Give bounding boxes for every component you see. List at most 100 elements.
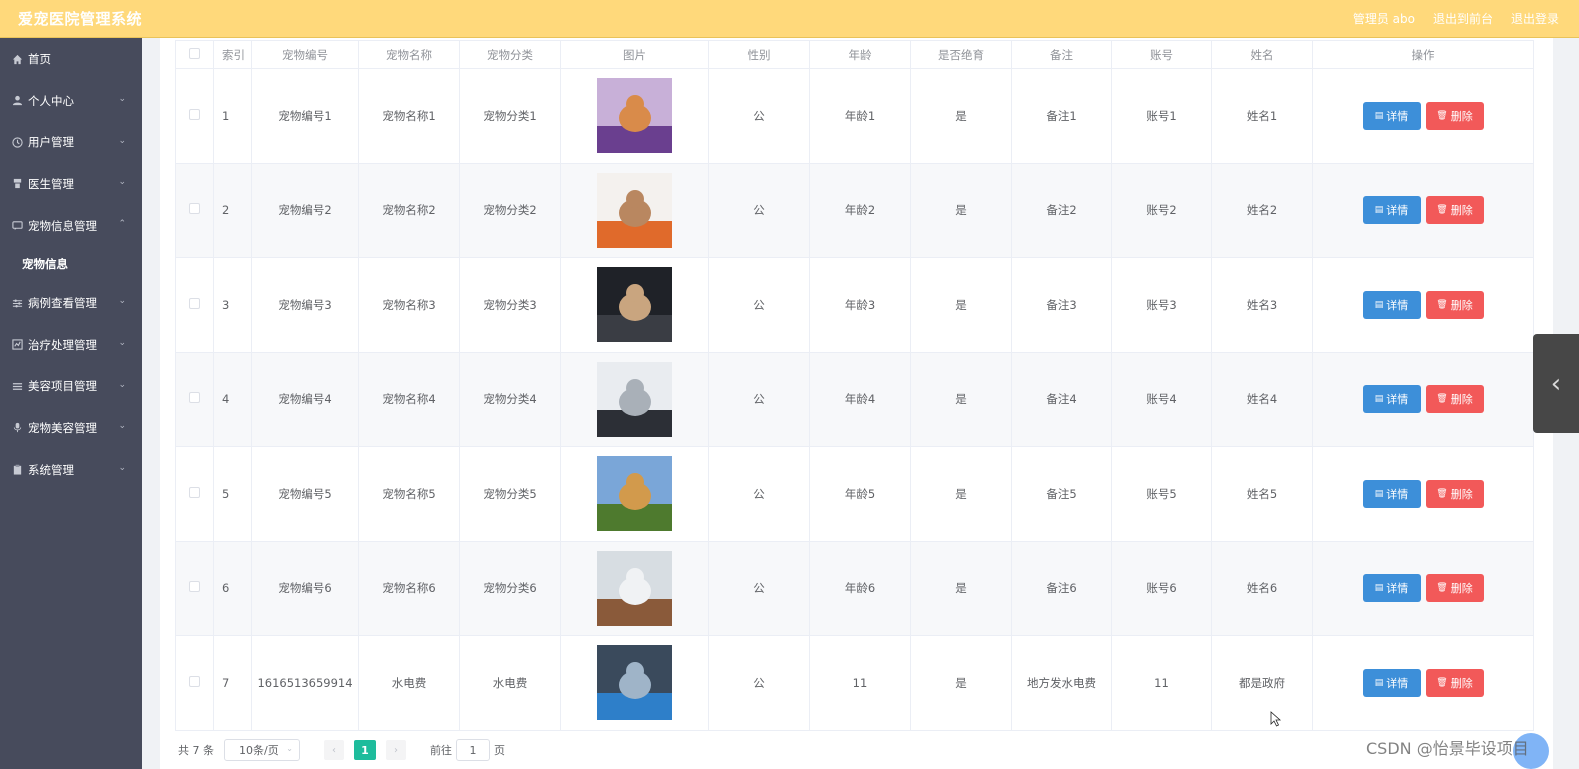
chevron-down-icon: ⌄ xyxy=(118,462,126,473)
row-select-cell[interactable] xyxy=(175,257,214,353)
sidebar-item-pet-info-management[interactable]: 宠物信息管理 ⌃ xyxy=(0,205,142,247)
cell-image xyxy=(560,68,709,164)
chevron-down-icon: ⌄ xyxy=(118,296,126,307)
sidebar-item-personal-center[interactable]: 个人中心 ⌄ xyxy=(0,80,142,122)
pet-photo xyxy=(597,456,672,532)
row-index: 6 xyxy=(213,540,252,636)
user-icon xyxy=(10,94,24,108)
cell-pet-name: 宠物名称2 xyxy=(358,162,460,258)
mouse-cursor-icon xyxy=(1270,711,1282,727)
sidebar-item-beauty-project-management[interactable]: 美容项目管理 ⌄ xyxy=(0,366,142,408)
table-row[interactable]: 5 宠物编号5 宠物名称5 宠物分类5 公年龄5 是备注5 账号5 姓名5 ▤ 详情 🗑 删除 xyxy=(175,446,1534,542)
select-all-cell[interactable] xyxy=(175,40,214,69)
row-checkbox[interactable] xyxy=(189,108,200,120)
row-checkbox[interactable] xyxy=(189,203,200,215)
page-size-select[interactable]: 10条/页 ⌄ xyxy=(224,739,300,761)
row-select-cell[interactable] xyxy=(175,68,214,164)
document-icon: ▤ xyxy=(1374,394,1384,405)
delete-button[interactable]: 🗑 删除 xyxy=(1425,479,1484,508)
sidebar-item-system-management[interactable]: 系统管理 ⌄ xyxy=(0,449,142,491)
sidebar-item-home[interactable]: 首页 xyxy=(0,38,142,80)
detail-button[interactable]: ▤ 详情 xyxy=(1362,101,1421,130)
sidebar-item-label: 美容项目管理 xyxy=(28,379,97,394)
row-select-cell[interactable] xyxy=(175,635,214,731)
delete-button[interactable]: 🗑 删除 xyxy=(1425,385,1484,414)
row-select-cell[interactable] xyxy=(175,351,214,447)
column-header: 年龄 xyxy=(809,40,911,69)
sidebar-item-doctor-management[interactable]: 医生管理 ⌄ xyxy=(0,163,142,205)
sidebar-item-label: 病例查看管理 xyxy=(28,296,97,311)
cell-pet-name: 宠物名称6 xyxy=(358,540,460,636)
table-row[interactable]: 3 宠物编号3 宠物名称3 宠物分类3 公年龄3 是备注3 账号3 姓名3 ▤ 详情 🗑 删除 xyxy=(175,257,1534,353)
row-index: 4 xyxy=(213,351,252,447)
sidebar-item-pet-info[interactable]: 宠物信息 xyxy=(0,246,142,282)
next-page-button[interactable]: › xyxy=(386,740,406,760)
detail-button[interactable]: ▤ 详情 xyxy=(1362,479,1421,508)
trash-icon: 🗑 xyxy=(1436,583,1448,594)
table-row[interactable]: 6 宠物编号6 宠物名称6 宠物分类6 公年龄6 是备注6 账号6 姓名6 ▤ 详情 🗑 删除 xyxy=(175,540,1534,636)
row-checkbox[interactable] xyxy=(189,392,200,404)
header-links: 管理员 abo 退出到前台 退出登录 xyxy=(1353,10,1559,27)
column-header: 账号 xyxy=(1111,40,1212,69)
cell-image xyxy=(560,162,709,258)
sidebar-item-case-view-management[interactable]: 病例查看管理 ⌄ xyxy=(0,282,142,324)
detail-button[interactable]: ▤ 详情 xyxy=(1362,668,1421,697)
goto-page-input[interactable]: 1 xyxy=(456,739,490,761)
cell-name: 姓名6 xyxy=(1211,540,1313,636)
cell-neutered: 是 xyxy=(910,635,1012,731)
column-header: 性别 xyxy=(708,40,810,69)
chart-icon xyxy=(10,338,24,352)
cell-pet-name: 宠物名称5 xyxy=(358,446,460,542)
cell-name: 姓名4 xyxy=(1211,351,1313,447)
prev-page-button[interactable]: ‹ xyxy=(324,740,344,760)
column-header: 宠物编号 xyxy=(251,40,359,69)
row-checkbox[interactable] xyxy=(189,581,200,593)
table-row[interactable]: 2 宠物编号2 宠物名称2 宠物分类2 公年龄2 是备注2 账号2 姓名2 ▤ 详情 🗑 删除 xyxy=(175,162,1534,258)
detail-button[interactable]: ▤ 详情 xyxy=(1362,385,1421,414)
row-select-cell[interactable] xyxy=(175,540,214,636)
detail-button[interactable]: ▤ 详情 xyxy=(1362,196,1421,225)
cell-name: 姓名1 xyxy=(1211,68,1313,164)
cell-remark: 备注3 xyxy=(1011,257,1112,353)
cell-neutered: 是 xyxy=(910,540,1012,636)
row-select-cell[interactable] xyxy=(175,162,214,258)
detail-button[interactable]: ▤ 详情 xyxy=(1362,290,1421,319)
clipboard-icon xyxy=(10,463,24,477)
cell-neutered: 是 xyxy=(910,162,1012,258)
delete-button[interactable]: 🗑 删除 xyxy=(1425,574,1484,603)
cell-gender: 公 xyxy=(708,257,810,353)
document-icon: ▤ xyxy=(1374,583,1384,594)
row-select-cell[interactable] xyxy=(175,446,214,542)
sidebar-item-user-management[interactable]: 用户管理 ⌄ xyxy=(0,122,142,164)
logout-link[interactable]: 退出登录 xyxy=(1511,10,1559,27)
delete-button-label: 删除 xyxy=(1450,298,1473,312)
sidebar-item-pet-beauty-management[interactable]: 宠物美容管理 ⌄ xyxy=(0,407,142,449)
delete-button-label: 删除 xyxy=(1450,582,1473,596)
row-checkbox[interactable] xyxy=(189,486,200,498)
back-to-front-link[interactable]: 退出到前台 xyxy=(1433,10,1493,27)
table-row[interactable]: 7 1616513659914 水电费 水电费公 11 是地方发水电费 11 都是政府 ▤ 详情 🗑… xyxy=(175,635,1534,731)
home-icon xyxy=(10,52,24,66)
detail-button[interactable]: ▤ 详情 xyxy=(1362,574,1421,603)
row-checkbox[interactable] xyxy=(189,675,200,687)
admin-label: 管理员 abo xyxy=(1352,12,1415,26)
delete-button[interactable]: 🗑 删除 xyxy=(1425,668,1484,697)
row-checkbox[interactable] xyxy=(189,297,200,309)
delete-button[interactable]: 🗑 删除 xyxy=(1425,290,1484,319)
trash-icon: 🗑 xyxy=(1436,205,1448,216)
cell-remark: 备注5 xyxy=(1011,446,1112,542)
chevron-down-icon: ⌄ xyxy=(118,94,126,104)
sidebar-item-treatment-management[interactable]: 治疗处理管理 ⌄ xyxy=(0,324,142,366)
table-row[interactable]: 1 宠物编号1 宠物名称1 宠物分类1 公年龄1 是备注1 账号1 姓名1 ▤ 详情 🗑 删除 xyxy=(175,68,1534,164)
cell-account: 账号1 xyxy=(1111,68,1212,164)
trash-icon: 🗑 xyxy=(1436,394,1448,405)
drawer-toggle-button[interactable]: ‹ xyxy=(1533,334,1579,433)
medal-icon xyxy=(10,177,24,191)
delete-button[interactable]: 🗑 删除 xyxy=(1425,101,1484,130)
select-all-checkbox[interactable] xyxy=(189,47,200,59)
current-page-button[interactable]: 1 xyxy=(354,740,376,760)
cell-pet-name: 宠物名称3 xyxy=(358,257,460,353)
table-row[interactable]: 4 宠物编号4 宠物名称4 宠物分类4 公年龄4 是备注4 账号4 姓名4 ▤ 详情 🗑 删除 xyxy=(175,351,1534,447)
delete-button[interactable]: 🗑 删除 xyxy=(1425,196,1484,225)
page-suffix-label: 页 xyxy=(494,744,505,757)
